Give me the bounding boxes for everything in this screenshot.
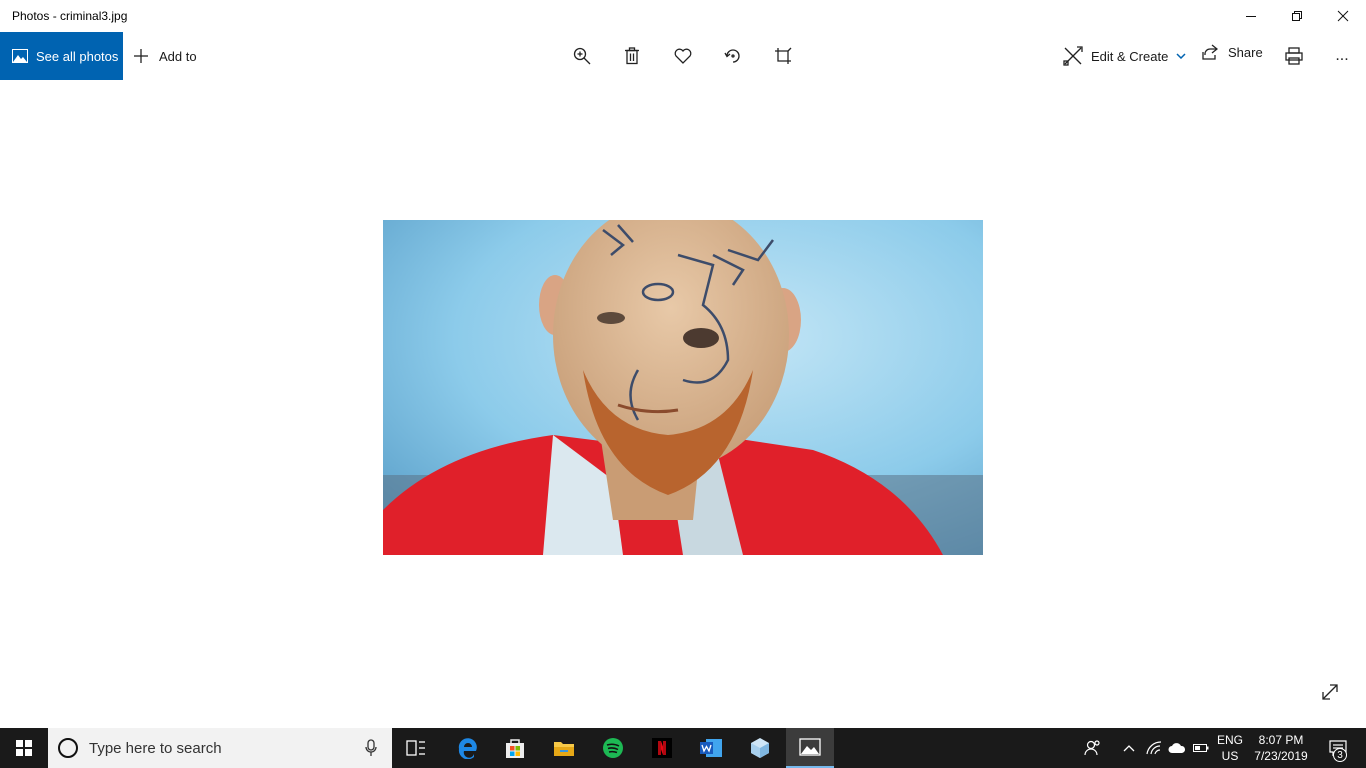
minimize-icon: [1246, 16, 1256, 17]
store-icon: [506, 739, 524, 758]
favorite-button[interactable]: [667, 40, 699, 72]
clock-time: 8:07 PM: [1258, 733, 1304, 747]
task-view-button[interactable]: [392, 728, 440, 768]
taskbar-search-box[interactable]: Type here to search: [48, 728, 392, 768]
more-icon: ...: [1335, 47, 1349, 64]
restore-button[interactable]: [1274, 0, 1320, 32]
input-language[interactable]: ENG US: [1212, 732, 1248, 764]
more-options-button[interactable]: ...: [1326, 40, 1358, 72]
clock-date: 7/23/2019: [1254, 749, 1308, 763]
taskbar-photos[interactable]: [786, 728, 834, 768]
zoom-icon: [573, 47, 591, 65]
share-label: Share: [1228, 44, 1263, 60]
clock[interactable]: 8:07 PM 7/23/2019: [1252, 732, 1310, 764]
restore-icon: [1292, 11, 1302, 21]
photo-image: [383, 220, 983, 555]
add-to-button[interactable]: Add to: [133, 32, 197, 80]
notification-badge: 3: [1333, 748, 1347, 762]
edit-create-icon: [1063, 46, 1083, 66]
taskbar: Type here to search ENG US 8:07 PM 7/23/…: [0, 728, 1366, 768]
close-icon: [1337, 10, 1349, 22]
trash-icon: [625, 47, 639, 65]
taskbar-file-explorer[interactable]: [540, 728, 588, 768]
taskbar-word[interactable]: [687, 728, 735, 768]
taskbar-spotify[interactable]: [589, 728, 637, 768]
battery-icon: [1193, 744, 1209, 752]
photos-icon: [12, 49, 28, 63]
printer-icon: [1285, 47, 1303, 65]
zoom-button[interactable]: [566, 40, 598, 72]
people-button[interactable]: [1080, 728, 1106, 768]
task-view-icon: [406, 740, 425, 756]
folder-icon: [554, 742, 574, 756]
title-bar: Photos - criminal3.jpg: [0, 0, 1366, 32]
share-button[interactable]: Share: [1202, 32, 1263, 72]
cube-icon: [751, 738, 769, 758]
print-button[interactable]: [1278, 40, 1310, 72]
add-to-label: Add to: [159, 48, 197, 64]
language-code: ENG: [1216, 733, 1243, 747]
photo-view[interactable]: [383, 220, 983, 555]
delete-button[interactable]: [616, 40, 648, 72]
taskbar-3d-app[interactable]: [736, 728, 784, 768]
chevron-down-icon: [1176, 53, 1186, 59]
toolbar: See all photos Add to Edit & Create Shar…: [0, 32, 1366, 80]
edit-create-label: Edit & Create: [1091, 48, 1169, 64]
spotify-icon: [603, 738, 623, 758]
cortana-icon: [58, 738, 78, 758]
minimize-button[interactable]: [1228, 0, 1274, 32]
battery-button[interactable]: [1190, 728, 1212, 768]
microphone-icon[interactable]: [365, 739, 377, 757]
crop-button[interactable]: [767, 40, 799, 72]
wifi-icon: [1146, 741, 1162, 755]
edit-create-button[interactable]: Edit & Create: [1063, 32, 1186, 80]
full-screen-button[interactable]: [1318, 680, 1342, 704]
search-placeholder: Type here to search: [89, 739, 222, 757]
rotate-icon: [724, 49, 740, 63]
rotate-button[interactable]: [717, 40, 749, 72]
region-code: US: [1221, 749, 1239, 763]
netflix-icon: [652, 738, 672, 758]
windows-icon: [16, 740, 32, 756]
start-button[interactable]: [0, 728, 48, 768]
window-title: Photos - criminal3.jpg: [12, 9, 128, 23]
network-button[interactable]: [1143, 728, 1165, 768]
edge-icon: [458, 738, 477, 759]
taskbar-store[interactable]: [491, 728, 539, 768]
plus-icon: [134, 49, 148, 63]
see-all-photos-button[interactable]: See all photos: [0, 32, 123, 80]
taskbar-edge[interactable]: [443, 728, 491, 768]
expand-icon: [1322, 684, 1338, 700]
taskbar-netflix[interactable]: [638, 728, 686, 768]
chevron-up-icon: [1123, 745, 1135, 752]
close-button[interactable]: [1320, 0, 1366, 32]
people-icon: [1084, 740, 1100, 756]
crop-icon: [775, 47, 792, 64]
onedrive-button[interactable]: [1166, 728, 1188, 768]
word-icon: [700, 739, 722, 757]
heart-icon: [674, 48, 692, 64]
share-icon: [1202, 44, 1218, 60]
see-all-photos-label: See all photos: [36, 48, 119, 64]
photos-icon: [799, 738, 821, 756]
show-hidden-icons-button[interactable]: [1118, 728, 1140, 768]
onedrive-icon: [1168, 742, 1186, 753]
